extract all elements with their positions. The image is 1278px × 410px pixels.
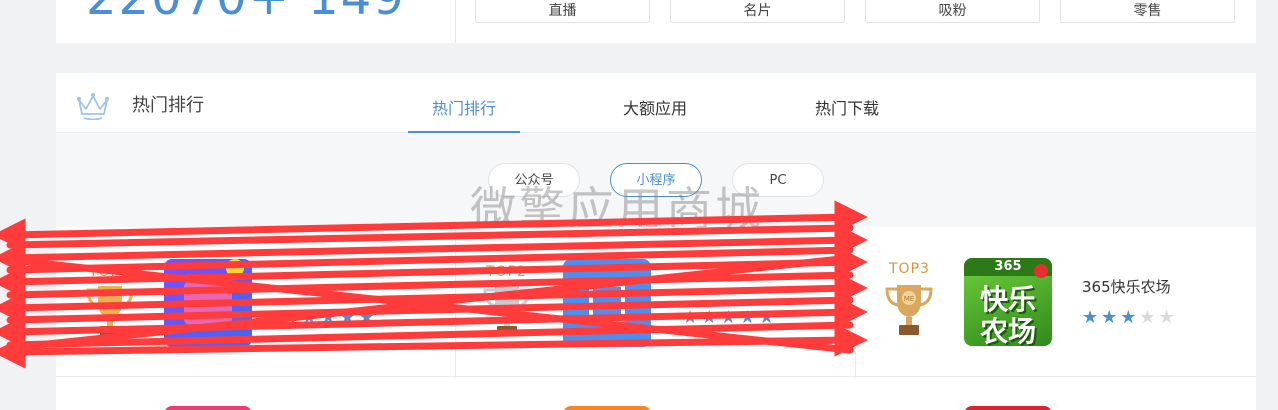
- app-icon[interactable]: [563, 259, 651, 347]
- ranking-panel: 热门排行 热门排行 大额应用 热门下载 公众号 小程序 PC 微擎应用商城 TO…: [56, 73, 1256, 410]
- tab-large-apps[interactable]: 大额应用: [599, 95, 711, 133]
- star-empty: ★★: [1139, 307, 1178, 328]
- app-card-top2[interactable]: TOP2 ★★★★★: [456, 227, 855, 377]
- category-button-card[interactable]: 名片: [670, 0, 845, 23]
- category-button-live[interactable]: 直播: [475, 0, 650, 23]
- app-icon[interactable]: [964, 406, 1052, 410]
- app-icon[interactable]: [164, 406, 252, 410]
- next-app-row: [56, 378, 1256, 410]
- app-ranking-row: TOP1 ★★★★★ TOP2 ★★★★★ TOP3 ME 365 快乐 农场 …: [56, 227, 1256, 410]
- app-card-top3[interactable]: TOP3 ME 365 快乐 农场 365快乐农场 ★★★★★: [856, 227, 1256, 377]
- farm-game-icon[interactable]: 365 快乐 农场: [964, 258, 1052, 346]
- rank-label: TOP2: [486, 264, 527, 280]
- pill-pc[interactable]: PC: [732, 163, 824, 197]
- rating-stars: ★★★★★: [1082, 307, 1178, 328]
- ranking-title: 热门排行: [132, 95, 204, 116]
- total-count: 22070+ 149: [86, 0, 406, 26]
- tab-hot-ranking[interactable]: 热门排行: [408, 95, 520, 133]
- category-button-fans[interactable]: 吸粉: [865, 0, 1040, 23]
- app-icon[interactable]: [563, 406, 651, 410]
- pill-official-account[interactable]: 公众号: [488, 163, 580, 197]
- tab-hot-downloads[interactable]: 热门下载: [791, 95, 903, 133]
- pill-mini-program[interactable]: 小程序: [610, 163, 702, 197]
- rating-stars: ★★★★★: [682, 307, 778, 328]
- trophy-icon: ME: [885, 285, 933, 335]
- svg-text:ME: ME: [904, 295, 914, 303]
- rank-label: TOP3: [889, 261, 930, 277]
- trophy-icon: [86, 286, 134, 336]
- app-icon[interactable]: [164, 259, 252, 347]
- platform-filter: 公众号 小程序 PC: [56, 133, 1256, 227]
- farm-icon-line2: 农场: [979, 315, 1036, 346]
- trophy-icon: [483, 286, 531, 336]
- rating-stars: ★★★★★: [282, 307, 378, 328]
- app-name[interactable]: 365快乐农场: [1082, 276, 1171, 297]
- stats-divider: [455, 0, 456, 43]
- star-filled: ★★★: [1082, 307, 1140, 328]
- app-card-top1[interactable]: TOP1 ★★★★★: [56, 227, 455, 377]
- rank-label: TOP1: [89, 264, 130, 280]
- category-button-retail[interactable]: 零售: [1060, 0, 1235, 23]
- ranking-header: 热门排行 热门排行 大额应用 热门下载: [56, 73, 1256, 133]
- crown-icon: [77, 93, 109, 120]
